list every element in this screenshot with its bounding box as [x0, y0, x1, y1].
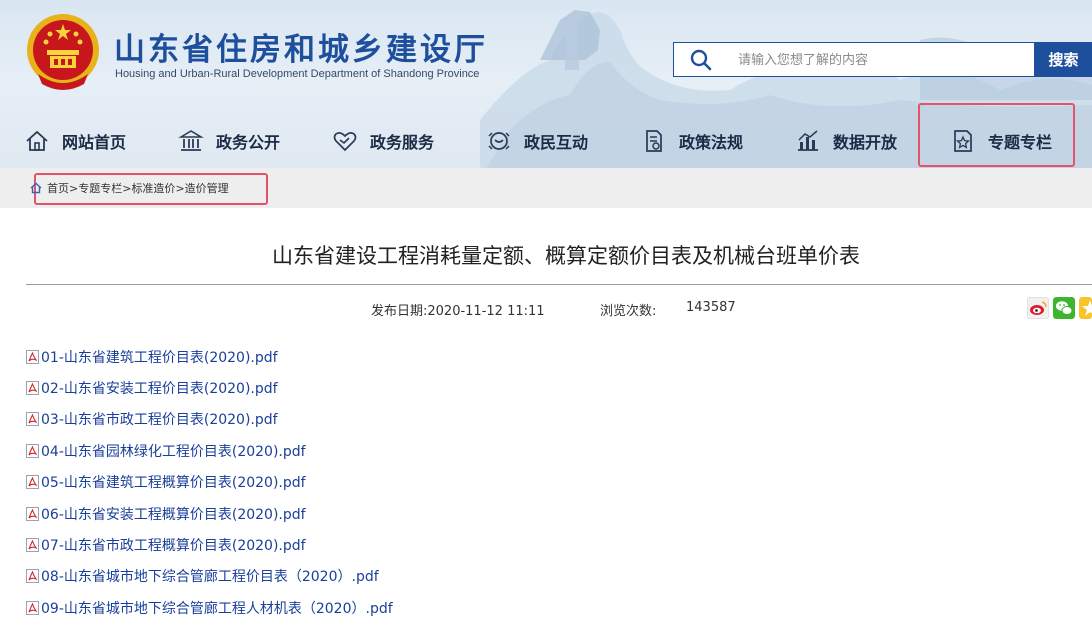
publish-date: 发布日期:2020-11-12 11:11 [371, 300, 545, 319]
nav-item-label: 政务公开 [216, 133, 281, 152]
pdf-attachment-label: 02-山东省安装工程价目表(2020).pdf [41, 381, 278, 398]
pdf-file-icon [26, 600, 39, 615]
home-icon [26, 130, 48, 151]
chat-interaction-icon [488, 132, 510, 150]
nav-item-label: 政民互动 [524, 133, 589, 152]
search-icon [690, 49, 712, 71]
pdf-file-icon [26, 538, 39, 553]
nav-item-gov-affairs[interactable]: 政务公开 [178, 118, 280, 164]
pdf-attachment-label: 06-山东省安装工程概算价目表(2020).pdf [41, 506, 306, 523]
pdf-attachment-link[interactable]: 09-山东省城市地下综合管廊工程人材机表（2020）.pdf [26, 592, 393, 623]
pdf-file-icon [26, 381, 39, 396]
publish-date-label: 发布日期: [371, 304, 428, 319]
nav-highlight-box [918, 103, 1075, 167]
nav-item-open-data[interactable]: 数据开放 [795, 118, 897, 164]
pdf-attachment-link[interactable]: 06-山东省安装工程概算价目表(2020).pdf [26, 498, 393, 529]
nav-item-home[interactable]: 网站首页 [24, 118, 126, 164]
pdf-file-icon [26, 349, 39, 364]
nav-item-label: 网站首页 [62, 133, 127, 152]
pdf-file-icon [26, 443, 39, 458]
pdf-attachment-label: 01-山东省建筑工程价目表(2020).pdf [41, 349, 278, 366]
document-seal-icon [646, 130, 662, 152]
qzone-star-icon[interactable] [1079, 297, 1092, 319]
site-title: 山东省住房和城乡建设厅 [114, 32, 488, 68]
nav-item-label: 数据开放 [833, 133, 898, 152]
pdf-attachment-label: 04-山东省园林绿化工程价目表(2020).pdf [41, 443, 306, 460]
nav-item-label: 政策法规 [679, 133, 744, 152]
view-count-value: 143587 [686, 300, 736, 315]
wechat-icon[interactable] [1053, 297, 1075, 319]
search-box [673, 42, 1035, 77]
weibo-icon[interactable] [1027, 297, 1049, 319]
nav-item-label: 政务服务 [370, 133, 435, 152]
pdf-attachment-link[interactable]: 07-山东省市政工程概算价目表(2020).pdf [26, 529, 393, 560]
pdf-file-icon [26, 506, 39, 521]
nav-item-gov-services[interactable]: 政务服务 [332, 118, 434, 164]
pdf-attachment-label: 05-山东省建筑工程概算价目表(2020).pdf [41, 475, 306, 492]
nav-item-interaction[interactable]: 政民互动 [486, 118, 588, 164]
pdf-file-icon [26, 569, 39, 584]
breadcrumb-separator: > [69, 181, 79, 195]
home-icon [30, 182, 42, 194]
pdf-attachment-label: 07-山东省市政工程概算价目表(2020).pdf [41, 538, 306, 555]
pdf-attachment-link[interactable]: 08-山东省城市地下综合管廊工程价目表（2020）.pdf [26, 561, 393, 592]
pdf-attachment-label: 08-山东省城市地下综合管廊工程价目表（2020）.pdf [41, 569, 379, 586]
breadcrumb-separator: > [175, 181, 185, 195]
article-title: 山东省建设工程消耗量定额、概算定额价目表及机械台班单价表 [272, 244, 860, 268]
pdf-attachment-link[interactable]: 04-山东省园林绿化工程价目表(2020).pdf [26, 435, 393, 466]
breadcrumb-separator: > [122, 181, 132, 195]
publish-date-value: 2020-11-12 11:11 [427, 304, 545, 319]
breadcrumb-link-cost-management[interactable]: 造价管理 [185, 180, 229, 196]
pdf-attachment-link[interactable]: 03-山东省市政工程价目表(2020).pdf [26, 404, 393, 435]
handshake-heart-icon [333, 132, 357, 152]
nav-item-policy[interactable]: 政策法规 [641, 118, 743, 164]
attachment-list: 01-山东省建筑工程价目表(2020).pdf 02-山东省安装工程价目表(202… [26, 341, 393, 624]
search-input[interactable] [738, 49, 1018, 71]
title-divider [26, 284, 1092, 285]
breadcrumb-link-standard-cost[interactable]: 标准造价 [131, 180, 175, 196]
pdf-attachment-label: 09-山东省城市地下综合管廊工程人材机表（2020）.pdf [41, 600, 393, 617]
pdf-file-icon [26, 412, 39, 427]
site-subtitle: Housing and Urban-Rural Development Depa… [115, 68, 480, 80]
national-emblem-logo [27, 14, 99, 90]
government-building-icon [178, 130, 204, 151]
pdf-attachment-link[interactable]: 02-山东省安装工程价目表(2020).pdf [26, 372, 393, 403]
pdf-attachment-label: 03-山东省市政工程价目表(2020).pdf [41, 412, 278, 429]
view-count: 浏览次数: [600, 300, 656, 319]
breadcrumb: 首页 > 专题专栏 > 标准造价 > 造价管理 [30, 180, 229, 196]
breadcrumb-link-home[interactable]: 首页 [47, 180, 69, 196]
breadcrumb-link-special-topics[interactable]: 专题专栏 [78, 180, 122, 196]
pdf-attachment-link[interactable]: 01-山东省建筑工程价目表(2020).pdf [26, 341, 393, 372]
search-button[interactable]: 搜索 [1035, 42, 1092, 77]
pdf-file-icon [26, 475, 39, 490]
view-count-label: 浏览次数: [600, 304, 657, 319]
bar-chart-icon [798, 130, 818, 151]
pdf-attachment-link[interactable]: 05-山东省建筑工程概算价目表(2020).pdf [26, 467, 393, 498]
